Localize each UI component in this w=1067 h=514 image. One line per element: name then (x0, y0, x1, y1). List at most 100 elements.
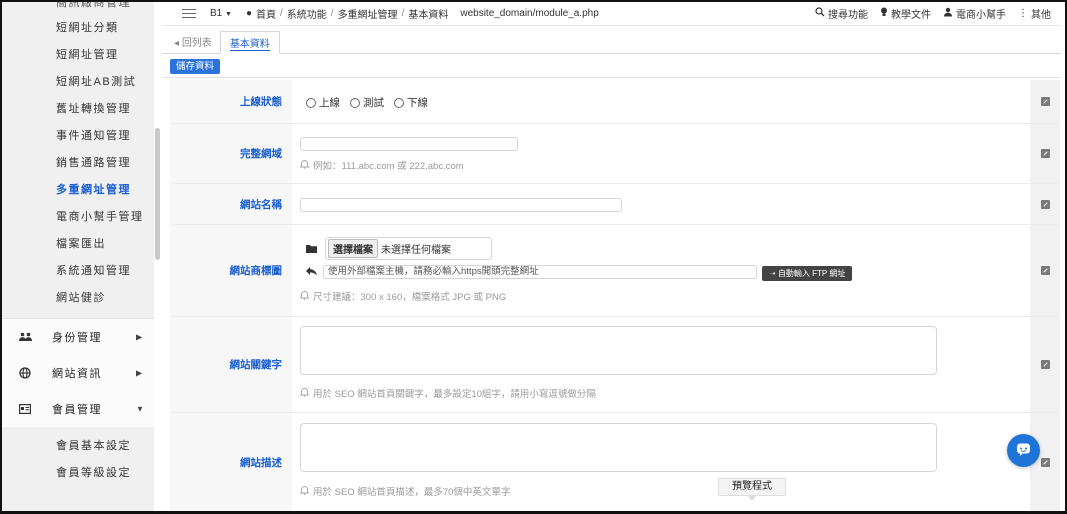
form-row-logo: 網站商標圖 選擇檔案 未選擇任何檔案 使用外部檔案主機，請務必輸入https開頭… (170, 225, 1060, 317)
site-name-input[interactable] (300, 198, 622, 212)
choose-file-button[interactable]: 選擇檔案 (328, 239, 378, 258)
edit-icon[interactable] (1040, 266, 1050, 275)
docs-button[interactable]: 教學文件 (880, 6, 931, 21)
page-path: website_domain/module_a.php (460, 8, 599, 19)
form-row-description: 網站描述 用於 SEO 網站首頁描述，最多70個中英文單字 (170, 413, 1060, 511)
caret-right-icon: ▶ (136, 368, 144, 378)
breadcrumb-multi-domain[interactable]: 多重網址管理 (338, 6, 398, 21)
tab-bar: ◂ 回列表 基本資料 (162, 31, 1061, 54)
status-radio-group: 上線 測試 下線 (306, 95, 428, 110)
sidebar-item-sms-vendor[interactable]: 簡訊廠商管理 (2, 2, 154, 15)
form-row-domain: 完整網域 例如：111.abc.com 或 222.abc.com (170, 124, 1060, 184)
sidebar-item-member-level[interactable]: 會員等級設定 (2, 460, 154, 487)
divider (162, 77, 1061, 78)
folder-icon (306, 242, 317, 256)
ecommerce-helper-button[interactable]: 電商小幫手 (943, 6, 1006, 21)
edit-icon[interactable] (1040, 457, 1050, 467)
edit-icon[interactable] (1040, 360, 1050, 369)
field-label-site-name: 網站名稱 (170, 184, 292, 224)
sidebar-item-sales-channel[interactable]: 銷售通路管理 (2, 150, 154, 177)
row-edit-cell (1030, 184, 1060, 224)
bell-icon (299, 387, 310, 400)
top-bar: B1 ▼ ● 首頁 / 系統功能 / 多重網址管理 / 基本資料 website… (162, 2, 1061, 26)
domain-input[interactable] (300, 137, 518, 151)
status-radio-test[interactable]: 測試 (350, 95, 384, 110)
globe-icon (18, 366, 32, 380)
row-edit-cell (1030, 317, 1060, 412)
bell-icon (299, 290, 310, 303)
sidebar-item-site-checkup[interactable]: 網站健診 (2, 285, 154, 312)
menu-toggle-icon[interactable] (182, 6, 196, 21)
sidebar-item-file-export[interactable]: 檔案匯出 (2, 231, 154, 258)
sidebar-scrollbar[interactable] (155, 128, 160, 260)
save-button[interactable]: 儲存資料 (170, 59, 220, 74)
form-row-keywords: 網站關鍵字 用於 SEO 網站首頁關鍵字，最多設定10組字，請用小寫逗號做分隔 (170, 317, 1060, 413)
field-label-keywords: 網站關鍵字 (170, 317, 292, 412)
breadcrumb: ● 首頁 / 系統功能 / 多重網址管理 / 基本資料 website_doma… (245, 6, 599, 21)
form-row-site-name: 網站名稱 (170, 184, 1060, 225)
sidebar-item-ecommerce-helper[interactable]: 電商小幫手管理 (2, 204, 154, 231)
sidebar-item-old-url-convert[interactable]: 舊址轉換管理 (2, 96, 154, 123)
logo-url-row: 使用外部檔案主機，請務必輸入https開頭完整網址 (306, 265, 757, 279)
more-button[interactable]: ⋮ 其他 (1018, 6, 1051, 21)
chat-support-button[interactable] (1007, 434, 1040, 467)
domain-hint: 例如：111.abc.com 或 222.abc.com (299, 158, 464, 172)
user-group-icon (943, 7, 953, 20)
breadcrumb-home[interactable]: 首頁 (256, 6, 276, 21)
breadcrumb-basic: 基本資料 (408, 10, 449, 21)
location-pin-icon: ● (245, 8, 252, 19)
field-label-description: 網站描述 (170, 413, 292, 511)
status-radio-online[interactable]: 上線 (306, 95, 340, 110)
sidebar-item-label: 身份管理 (52, 332, 102, 344)
sidebar-item-short-url-manage[interactable]: 短網址管理 (2, 42, 154, 69)
search-function-button[interactable]: 搜尋功能 (815, 6, 868, 21)
search-icon (815, 7, 825, 20)
sidebar-item-short-url-category[interactable]: 短網址分類 (2, 15, 154, 42)
sidebar-item-label: 會員管理 (52, 404, 102, 416)
description-textarea[interactable] (300, 423, 937, 472)
ftp-autofill-button[interactable]: ➝ 自動輸入 FTP 網址 (762, 266, 853, 281)
sidebar-main-menu: 身份管理 ▶ 網站資訊 ▶ 會員管理 ▼ (2, 318, 154, 427)
logo-file-picker: 選擇檔案 未選擇任何檔案 (306, 237, 492, 260)
caret-right-icon: ▶ (136, 332, 144, 342)
preview-tooltip[interactable]: 預覽程式 (718, 478, 786, 501)
sidebar-item-event-notify[interactable]: 事件通知管理 (2, 123, 154, 150)
lightbulb-icon (880, 7, 888, 20)
chat-icon (1016, 442, 1031, 460)
file-status: 未選擇任何檔案 (381, 245, 451, 256)
sidebar-member-submenu: 會員基本設定 會員等級設定 (2, 427, 154, 487)
bell-icon (299, 485, 310, 498)
sidebar-item-site-info[interactable]: 網站資訊 ▶ (2, 355, 154, 391)
sidebar-system-submenu: 簡訊廠商管理 短網址分類 短網址管理 短網址AB測試 舊址轉換管理 事件通知管理… (2, 2, 154, 318)
sidebar-item-member-basic[interactable]: 會員基本設定 (2, 433, 154, 460)
row-edit-cell (1030, 124, 1060, 183)
breadcrumb-system[interactable]: 系統功能 (287, 6, 327, 21)
sidebar-item-short-url-ab[interactable]: 短網址AB測試 (2, 69, 154, 96)
description-hint: 用於 SEO 網站首頁描述，最多70個中英文單字 (299, 484, 510, 498)
field-label-status: 上線狀態 (170, 80, 292, 123)
more-vertical-icon: ⋮ (1018, 8, 1028, 19)
tab-basic-info[interactable]: 基本資料 (219, 31, 280, 54)
edit-icon[interactable] (1040, 199, 1050, 209)
keywords-hint: 用於 SEO 網站首頁關鍵字，最多設定10組字，請用小寫逗號做分隔 (299, 386, 596, 400)
caret-down-icon: ▼ (136, 404, 146, 414)
status-radio-offline[interactable]: 下線 (394, 95, 428, 110)
file-input[interactable]: 選擇檔案 未選擇任何檔案 (325, 237, 492, 260)
sidebar-item-system-notify[interactable]: 系統通知管理 (2, 258, 154, 285)
edit-icon[interactable] (1040, 149, 1050, 158)
tab-back-to-list[interactable]: ◂ 回列表 (162, 34, 220, 53)
keywords-textarea[interactable] (300, 326, 937, 375)
logo-url-input[interactable]: 使用外部檔案主機，請務必輸入https開頭完整網址 (323, 265, 757, 279)
row-edit-cell (1030, 225, 1060, 316)
branch-selector[interactable]: B1 ▼ (210, 8, 232, 19)
sidebar-item-multi-domain[interactable]: 多重網址管理 (2, 177, 154, 204)
edit-icon[interactable] (1040, 97, 1050, 106)
sidebar-item-identity[interactable]: 身份管理 ▶ (2, 319, 154, 355)
id-card-icon (18, 402, 32, 416)
sidebar-item-member[interactable]: 會員管理 ▼ (2, 391, 154, 427)
field-label-logo: 網站商標圖 (170, 225, 292, 316)
row-edit-cell (1030, 80, 1060, 123)
sidebar: 簡訊廠商管理 短網址分類 短網址管理 短網址AB測試 舊址轉換管理 事件通知管理… (2, 2, 154, 511)
reply-arrow-icon (306, 265, 317, 279)
form-row-status: 上線狀態 上線 測試 下線 (170, 80, 1060, 124)
